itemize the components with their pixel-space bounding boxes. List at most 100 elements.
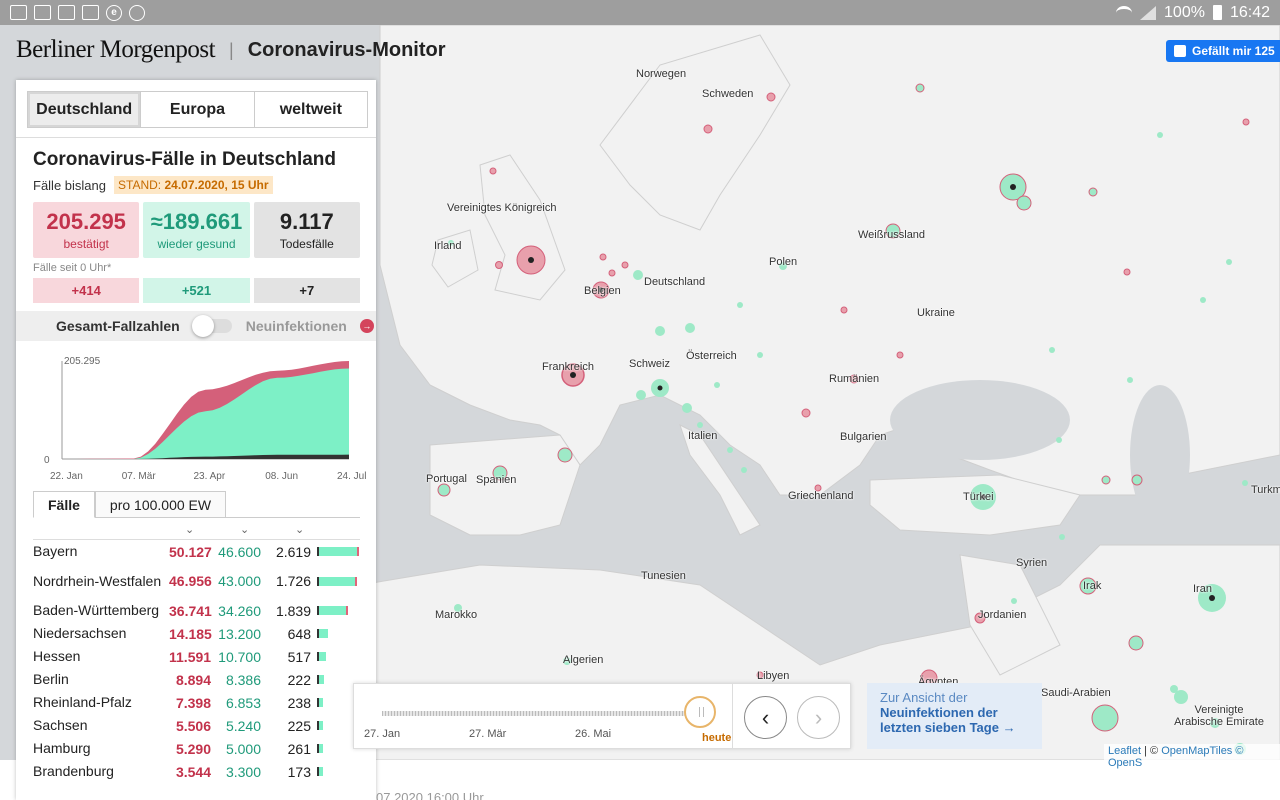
stand-badge: STAND: 24.07.2020, 15 Uhr [114, 176, 273, 194]
sort-header: ⌄ ⌄ ⌄ [33, 520, 360, 540]
table-row[interactable]: Brandenburg 3.544 3.300 173 [33, 760, 360, 783]
date-slider-panel: 27. Jan 27. Mär 26. Mai heute ‹ › [353, 683, 851, 749]
map-label: Vereinigte Arabische Emirate [1174, 704, 1264, 728]
map-label: Saudi-Arabien [1041, 687, 1111, 699]
kpi-recovered: ≈189.661 wieder gesund [143, 202, 250, 258]
map-label: Marokko [435, 609, 478, 621]
table-row[interactable]: Niedersachsen 14.185 13.200 648 [33, 622, 360, 645]
map-label: Irak [1083, 580, 1102, 592]
state-cases: 46.956 [169, 573, 212, 589]
thumbs-up-icon [1174, 45, 1186, 57]
state-name: Bayern [33, 543, 78, 559]
kpi-deaths: 9.117 Todesfälle [253, 202, 360, 258]
arrow-right-icon[interactable]: → [359, 319, 374, 333]
table-row[interactable]: Rheinland-Pfalz 7.398 6.853 238 [33, 691, 360, 714]
divider [16, 137, 376, 138]
map-label: Syrien [1016, 557, 1048, 569]
battery-icon [1212, 5, 1222, 20]
table-row[interactable]: Berlin 8.894 8.386 222 [33, 668, 360, 691]
mail-icon [82, 5, 99, 20]
mail-icon [58, 5, 75, 20]
date-slider-track[interactable] [382, 711, 702, 716]
signal-icon [1140, 5, 1157, 20]
map-label: Bulgarien [840, 431, 887, 443]
page-title: Coronavirus-Monitor [247, 38, 446, 61]
state-recovered: 5.240 [225, 717, 261, 734]
map-label: Italien [688, 430, 718, 442]
next-day-button[interactable]: › [797, 696, 840, 739]
state-recovered: 8.386 [225, 671, 261, 688]
kpi-recovered-value: ≈189.661 [150, 209, 243, 234]
header-separator: | [229, 39, 234, 60]
table-row[interactable]: Hessen 11.591 10.700 517 [33, 645, 360, 668]
stand-value: 24.07.2020, 15 Uhr [164, 178, 269, 192]
cases-chart-svg: 205.295 022. Jan 07. Mär 23. Apr 08. Jun 24. … [44, 356, 366, 482]
sort-recovered-chevron-down-icon[interactable]: ⌄ [240, 523, 249, 536]
state-recovered: 6.853 [225, 694, 261, 711]
mode-toggle-switch[interactable] [191, 315, 232, 337]
map-label: Algerien [563, 654, 604, 666]
sort-deaths-chevron-down-icon[interactable]: ⌄ [295, 523, 304, 536]
map-label: Belgien [584, 285, 621, 297]
openmaptiles-link[interactable]: OpenMapTiles [1161, 745, 1232, 757]
mail-icon [34, 5, 51, 20]
y-tick-label: 205.295 [64, 356, 101, 367]
date-slider-handle[interactable] [684, 696, 716, 728]
state-deaths: 261 [287, 740, 311, 757]
map-label: Libyen [757, 670, 790, 682]
table-row[interactable]: Baden-Württemberg 36.741 34.260 1.839 [33, 599, 360, 622]
state-deaths: 517 [287, 648, 311, 665]
tab-weltweit[interactable]: weltweit [255, 92, 367, 127]
android-status-bar: e 100% 16:42 [0, 0, 1280, 25]
sort-cases-chevron-down-icon[interactable]: ⌄ [185, 523, 194, 536]
leaflet-link[interactable]: Leaflet [1108, 745, 1141, 757]
state-bar [317, 606, 349, 615]
state-deaths: 225 [287, 717, 311, 734]
state-deaths: 222 [287, 671, 311, 688]
slider-label: 26. Mai [575, 728, 612, 740]
facebook-like-button[interactable]: Gefällt mir 125 [1166, 40, 1280, 62]
state-cases: 8.894 [175, 671, 211, 688]
chevron-left-icon: ‹ [761, 704, 770, 730]
state-deaths: 1.726 [275, 573, 311, 589]
map-label: Turkmenistan [1251, 484, 1280, 496]
state-bar [317, 675, 324, 684]
tab-faelle[interactable]: Fälle [33, 491, 95, 518]
map-label: Frankreich [542, 361, 594, 373]
table-row[interactable]: Bayern 50.127 46.600 2.619 [33, 540, 360, 563]
slider-label: 27. Jan [364, 728, 401, 740]
map-attribution: Leaflet | © OpenMapTiles © OpenS [1104, 744, 1280, 770]
map-label: Irland [434, 240, 462, 252]
state-deaths: 648 [287, 625, 311, 642]
kpi-row: 205.295 bestätigt ≈189.661 wieder gesund… [33, 202, 360, 258]
today-row: +414 +521 +7 [33, 278, 360, 303]
region-tabs: Deutschland Europa weltweit [27, 91, 368, 128]
toggle-knob[interactable] [191, 315, 214, 337]
state-recovered: 43.000 [218, 573, 261, 589]
table-row[interactable]: Nordrhein-Westfalen 46.956 43.000 1.726 [33, 563, 360, 599]
state-bar [317, 547, 360, 556]
previous-day-button[interactable]: ‹ [744, 696, 787, 739]
toggle-label-total[interactable]: Gesamt-Fallzahlen [56, 318, 180, 334]
today-label: Fälle seit 0 Uhr* [33, 262, 112, 274]
state-recovered: 5.000 [225, 740, 261, 757]
state-bar [317, 576, 357, 586]
today-confirmed: +414 [33, 278, 140, 303]
brand-logo[interactable]: Berliner Morgenpost [16, 36, 216, 64]
tab-europa[interactable]: Europa [141, 92, 255, 127]
tab-deutschland[interactable]: Deutschland [28, 92, 142, 127]
state-bar [317, 767, 323, 776]
state-recovered: 34.260 [218, 602, 261, 619]
toggle-label-new[interactable]: Neuinfektionen [246, 318, 347, 334]
map-label: Tunesien [641, 570, 686, 582]
state-name: Sachsen [33, 717, 88, 733]
map-label: Portugal [426, 473, 467, 485]
week-view-link[interactable]: Zur Ansicht der Neuinfektionen der letzt… [867, 683, 1042, 749]
table-row[interactable]: Sachsen 5.506 5.240 225 [33, 714, 360, 737]
table-row[interactable]: Hamburg 5.290 5.000 261 [33, 737, 360, 760]
state-name: Nordrhein-Westfalen [33, 572, 162, 589]
map-label: Weißrussland [858, 229, 926, 241]
facebook-like-label: Gefällt mir 125 [1192, 44, 1275, 58]
tab-per-100k[interactable]: pro 100.000 EW [94, 491, 227, 517]
state-name: Berlin [33, 671, 69, 687]
